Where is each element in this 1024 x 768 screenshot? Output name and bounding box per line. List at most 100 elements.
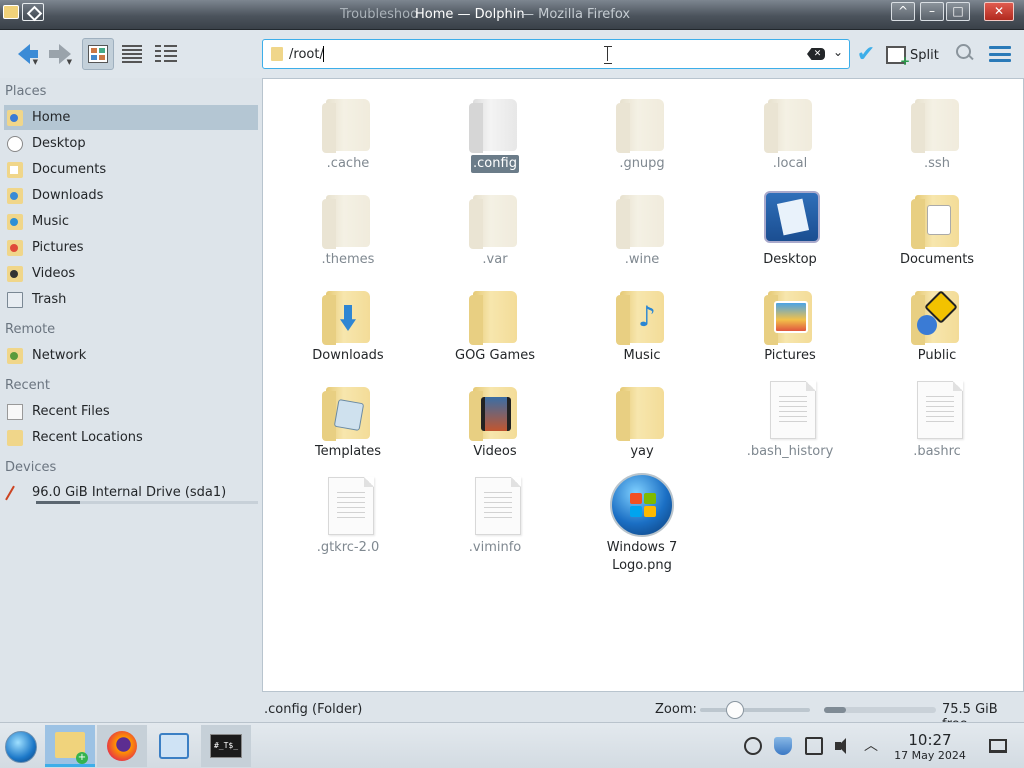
sidebar-item-label: Documents [32, 162, 107, 177]
clock-time[interactable]: 10:27 [890, 731, 970, 749]
show-desktop-icon[interactable] [989, 739, 1007, 753]
taskbar-terminal[interactable]: #_T$_ [201, 725, 251, 767]
taskbar-system-info[interactable] [149, 725, 199, 767]
file-item-themes[interactable]: .themes [288, 183, 408, 269]
file-item-gnupg[interactable]: .gnupg [582, 87, 702, 173]
window-menu-button[interactable] [22, 3, 44, 21]
back-button[interactable]: ▼ [8, 38, 40, 70]
desktop-icon [764, 191, 820, 243]
sidebar-item-trash[interactable]: Trash [4, 287, 258, 312]
clock-date[interactable]: 17 May 2024 [890, 749, 970, 762]
file-item-cache[interactable]: .cache [288, 87, 408, 173]
file-item-config[interactable]: .config [435, 87, 555, 173]
text-file-icon [917, 381, 963, 439]
file-label: .cache [326, 156, 370, 171]
alarm-icon[interactable] [744, 737, 762, 755]
file-item-bashrc[interactable]: .bashrc [877, 375, 997, 461]
sidebar-item-internal-drive[interactable]: 96.0 GiB Internal Drive (sda1) [4, 480, 258, 505]
file-item-public[interactable]: Public [877, 279, 997, 365]
recent-files-icon [7, 403, 23, 420]
folder-icon [616, 387, 664, 441]
file-item-bash-history[interactable]: .bash_history [730, 375, 850, 461]
file-item-yay[interactable]: yay [582, 375, 702, 461]
file-item-local[interactable]: .local [730, 87, 850, 173]
keep-above-button[interactable]: ^ [891, 2, 915, 21]
updates-shield-icon[interactable] [774, 737, 792, 755]
taskbar-firefox[interactable] [97, 725, 147, 767]
compact-view-button[interactable] [116, 38, 148, 70]
zoom-slider[interactable] [700, 701, 810, 719]
sidebar-item-label: Desktop [32, 136, 86, 151]
sidebar-item-music[interactable]: Music [4, 209, 258, 234]
sidebar-item-label: Pictures [32, 240, 84, 255]
chevron-down-icon[interactable]: ⌄ [833, 45, 843, 59]
details-view-button[interactable] [150, 38, 182, 70]
file-label: .gnupg [619, 156, 665, 171]
file-item-desktop[interactable]: Desktop [730, 183, 850, 269]
file-item-gtkrc[interactable]: .gtkrc-2.0 [288, 471, 408, 557]
file-item-downloads[interactable]: Downloads [288, 279, 408, 365]
sidebar-item-recent-files[interactable]: Recent Files [4, 399, 258, 424]
sidebar-item-documents[interactable]: Documents [4, 157, 258, 182]
file-label: Templates [314, 444, 382, 459]
taskbar-dolphin[interactable] [45, 725, 95, 767]
close-button[interactable]: ✕ [984, 2, 1014, 21]
volume-muted-icon[interactable] [834, 737, 852, 755]
sidebar-item-label: Trash [32, 292, 67, 307]
start-menu-button[interactable] [5, 731, 37, 763]
sidebar-item-downloads[interactable]: Downloads [4, 183, 258, 208]
clear-text-icon[interactable]: ✕ [807, 48, 825, 60]
folder-app-icon [3, 5, 19, 19]
forward-button[interactable]: ▼ [42, 38, 74, 70]
status-bar: .config (Folder) Zoom: 75.5 GiB free [262, 696, 1024, 732]
window-titlebar: Troubleshoo Home — Dolphin — Mozilla Fir… [0, 0, 1024, 30]
file-view[interactable]: .cache .config .gnupg .local .ssh .theme… [262, 78, 1024, 692]
music-folder-icon: ♪ [616, 291, 664, 345]
file-item-wine[interactable]: .wine [582, 183, 702, 269]
window-title-suffix: — Mozilla Firefox [521, 7, 631, 22]
maximize-button[interactable]: □ [946, 2, 970, 21]
file-label: Windows 7 Logo.png [606, 540, 678, 573]
sidebar-item-pictures[interactable]: Pictures [4, 235, 258, 260]
hamburger-menu-icon[interactable] [989, 46, 1011, 62]
file-label: .wine [624, 252, 660, 267]
icons-view-button[interactable] [82, 38, 114, 70]
public-folder-icon [911, 290, 959, 345]
folder-icon [616, 195, 664, 249]
details-view-icon [155, 45, 177, 63]
location-bar[interactable]: /root/ ✕ ⌄ [262, 39, 850, 69]
sidebar-item-home[interactable]: Home [4, 105, 258, 130]
pictures-folder-icon [764, 291, 812, 345]
sidebar-item-recent-locations[interactable]: Recent Locations [4, 425, 258, 450]
location-path[interactable]: /root/ [289, 47, 324, 62]
file-item-pictures[interactable]: Pictures [730, 279, 850, 365]
free-space-bar [824, 707, 936, 713]
home-folder-icon [7, 109, 23, 126]
file-item-documents[interactable]: Documents [877, 183, 997, 269]
recent-locations-icon [7, 429, 23, 446]
chevron-up-icon[interactable]: ︿ [862, 737, 880, 755]
text-file-icon [475, 477, 521, 535]
file-item-templates[interactable]: Templates [288, 375, 408, 461]
minimize-button[interactable]: – [920, 2, 944, 21]
file-label: Public [917, 348, 957, 363]
split-button[interactable]: Split [886, 41, 939, 69]
sidebar-item-videos[interactable]: Videos [4, 261, 258, 286]
clipboard-icon[interactable] [805, 737, 823, 755]
confirm-location-button[interactable]: ✔ [852, 41, 880, 69]
file-item-videos[interactable]: Videos [435, 375, 555, 461]
file-item-viminfo[interactable]: .viminfo [435, 471, 555, 557]
window-title: Home — Dolphin [415, 7, 525, 22]
search-icon[interactable] [956, 44, 974, 62]
file-item-ssh[interactable]: .ssh [877, 87, 997, 173]
text-cursor [323, 46, 324, 62]
sidebar-item-network[interactable]: Network [4, 343, 258, 368]
file-item-music[interactable]: ♪ Music [582, 279, 702, 365]
file-item-gog-games[interactable]: GOG Games [435, 279, 555, 365]
network-folder-icon [7, 347, 23, 364]
file-item-var[interactable]: .var [435, 183, 555, 269]
file-item-windows-7-logo[interactable]: Windows 7 Logo.png [582, 471, 702, 575]
zoom-slider-handle[interactable] [726, 701, 745, 719]
file-label: .bash_history [746, 444, 834, 459]
sidebar-item-desktop[interactable]: Desktop [4, 131, 258, 156]
